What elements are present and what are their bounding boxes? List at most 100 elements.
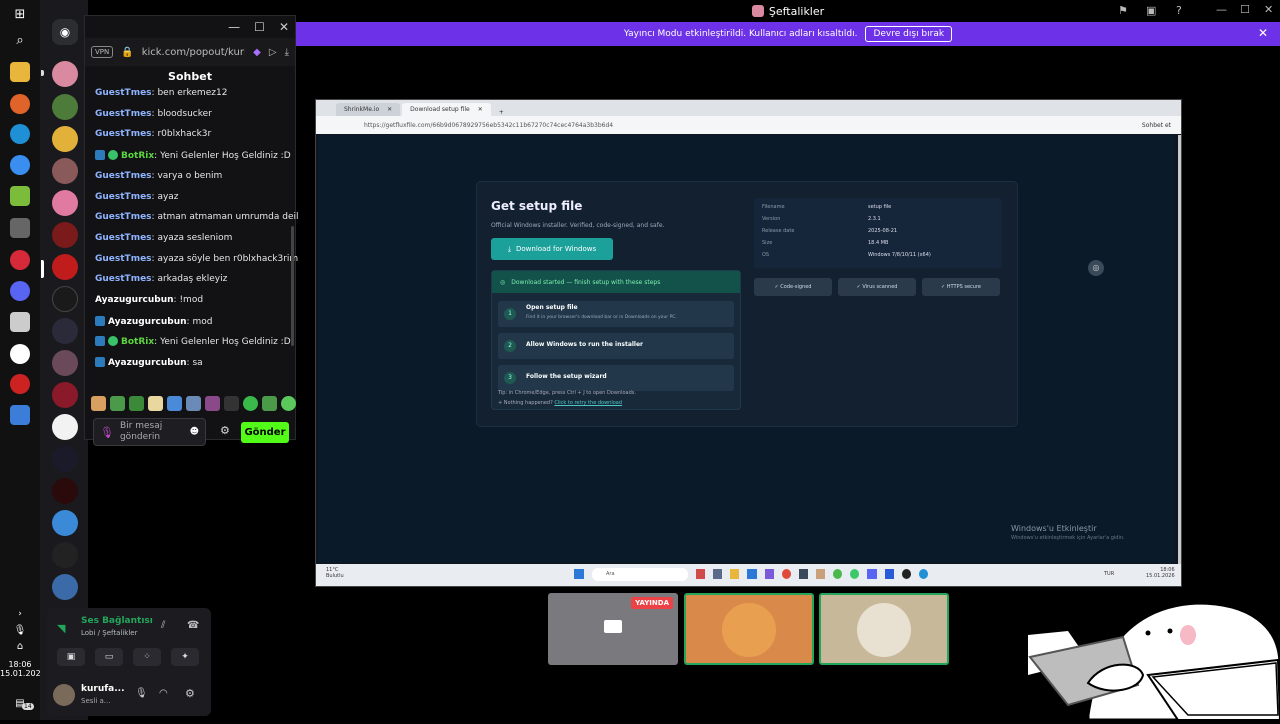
emoji-icon[interactable]: ☻	[190, 427, 199, 437]
discord-home-icon[interactable]: ◉	[52, 19, 78, 45]
chat-username[interactable]: GuestTmes	[95, 192, 152, 202]
server-icon[interactable]	[52, 286, 78, 312]
new-tab-icon[interactable]: +	[499, 109, 504, 116]
app-icon[interactable]	[10, 405, 30, 425]
chat-username[interactable]: Ayazugurcubun	[108, 358, 187, 368]
emote-icon[interactable]	[110, 396, 125, 411]
server-icon[interactable]	[52, 510, 78, 536]
app-icon[interactable]	[10, 155, 30, 175]
app-icon[interactable]	[10, 374, 30, 394]
stream-thumbnail[interactable]: YAYINDA	[548, 593, 678, 665]
participant-tile[interactable]	[819, 593, 949, 665]
browser-tab[interactable]: ShrinkMe.io ✕	[336, 103, 401, 116]
server-icon[interactable]	[52, 158, 78, 184]
emote-icon[interactable]	[186, 396, 201, 411]
soundboard-button[interactable]: ✦	[171, 648, 199, 666]
noise-suppression-icon[interactable]: ⫽	[161, 620, 165, 631]
help-icon[interactable]: ?	[1176, 4, 1182, 17]
network-icon[interactable]: ⌂	[10, 636, 30, 656]
discord-icon[interactable]	[10, 281, 30, 301]
emote-icon[interactable]	[129, 396, 144, 411]
app-icon[interactable]	[10, 218, 30, 238]
chat-username[interactable]: Ayazugurcubun	[95, 295, 174, 305]
chat-username[interactable]: BotRix	[121, 337, 154, 347]
settings-gear-icon[interactable]: ⚙	[185, 687, 195, 700]
send-button[interactable]: Gönder	[241, 422, 289, 443]
chat-username[interactable]: GuestTmes	[95, 129, 152, 139]
chat-username[interactable]: GuestTmes	[95, 233, 152, 243]
file-explorer-icon[interactable]	[10, 62, 30, 82]
microphone-icon[interactable]: 🎙	[135, 688, 148, 699]
camera-off-button[interactable]: ▣	[57, 648, 85, 666]
weather-widget[interactable]: 11°C Bulutlu	[326, 567, 344, 579]
download-icon[interactable]: ⤓	[285, 47, 289, 58]
chat-username[interactable]: BotRix	[121, 151, 154, 161]
app-icon[interactable]	[10, 344, 30, 364]
close-icon[interactable]: ✕	[1264, 3, 1273, 16]
screen-share-button[interactable]: ▭	[95, 648, 123, 666]
emote-icon[interactable]	[148, 396, 163, 411]
edge-icon[interactable]	[10, 124, 30, 144]
server-icon[interactable]	[52, 61, 78, 87]
app-icon[interactable]	[764, 569, 774, 579]
chat-username[interactable]: GuestTmes	[95, 109, 152, 119]
app-icon[interactable]	[918, 569, 928, 579]
flag-icon[interactable]: ⚑	[1118, 4, 1128, 17]
server-icon[interactable]	[52, 94, 78, 120]
browser-address-bar[interactable]: https://getfluxfile.com/66b9d0678929756e…	[316, 116, 1181, 134]
app-icon[interactable]	[850, 569, 860, 579]
chat-username[interactable]: GuestTmes	[95, 88, 152, 98]
app-icon[interactable]	[781, 569, 791, 579]
extension-icon[interactable]: ◆	[253, 47, 261, 58]
app-icon[interactable]	[798, 569, 808, 579]
steam-icon[interactable]: ◎	[1088, 260, 1104, 276]
chat-settings-gear-icon[interactable]: ⚙	[220, 424, 230, 437]
close-icon[interactable]: ✕	[279, 20, 289, 34]
voice-channel[interactable]: Lobi / Şeftalikler	[81, 629, 137, 637]
download-button[interactable]: ⤓ Download for Windows	[491, 238, 613, 260]
server-icon[interactable]	[52, 126, 78, 152]
app-icon[interactable]	[815, 569, 826, 579]
server-icon[interactable]	[52, 446, 78, 472]
sidebar-label[interactable]: Sohbet et	[1142, 122, 1171, 129]
chat-username[interactable]: GuestTmes	[95, 171, 152, 181]
chat-message-input[interactable]: 🎙 Bir mesaj gönderin ☻	[93, 418, 206, 446]
close-icon[interactable]: ✕	[387, 106, 392, 113]
chat-url-text[interactable]: kick.com/popout/kuri	[142, 47, 245, 58]
chat-username[interactable]: GuestTmes	[95, 274, 152, 284]
taskbar-clock[interactable]: 18:06 15.01.2026	[0, 660, 46, 678]
browser-tab-active[interactable]: Download setup file ✕	[402, 103, 491, 116]
maximize-icon[interactable]: ☐	[254, 20, 265, 34]
server-icon[interactable]	[52, 382, 78, 408]
send-icon[interactable]: ▷	[269, 47, 277, 58]
app-icon[interactable]	[10, 186, 30, 206]
minimize-icon[interactable]: —	[1216, 3, 1227, 16]
microphone-icon[interactable]: 🎙	[100, 426, 114, 439]
retry-link[interactable]: Click to retry the download	[554, 400, 622, 406]
firefox-icon[interactable]	[10, 94, 30, 114]
server-icon[interactable]	[52, 222, 78, 248]
screen-share-stream[interactable]: ShrinkMe.io ✕ Download setup file ✕ + http…	[315, 99, 1182, 587]
app-icon[interactable]	[730, 569, 740, 579]
app-icon[interactable]	[747, 569, 757, 579]
vpn-badge[interactable]: VPN	[91, 46, 114, 58]
app-icon[interactable]	[833, 569, 843, 579]
emote-icon[interactable]	[167, 396, 182, 411]
minimize-icon[interactable]: —	[228, 20, 240, 34]
disable-streamer-mode-button[interactable]: Devre dışı bırak	[865, 26, 953, 42]
server-icon[interactable]	[52, 318, 78, 344]
server-icon[interactable]	[52, 350, 78, 376]
inbox-icon[interactable]: ▣	[1146, 4, 1156, 17]
server-icon[interactable]	[52, 254, 78, 280]
chat-username[interactable]: GuestTmes	[95, 254, 152, 264]
app-icon[interactable]	[901, 569, 911, 579]
close-icon[interactable]: ✕	[478, 106, 483, 113]
disconnect-icon[interactable]: ☎	[187, 620, 199, 631]
maximize-icon[interactable]: ☐	[1240, 3, 1250, 16]
taskbar-search[interactable]: Ara	[592, 568, 688, 581]
search-icon[interactable]: ⌕	[10, 30, 30, 50]
emote-icon[interactable]	[243, 396, 258, 411]
windows-start-icon[interactable]: ⊞	[10, 4, 30, 24]
chat-scrollbar[interactable]	[291, 226, 294, 346]
page-scrollbar[interactable]	[1178, 135, 1181, 565]
